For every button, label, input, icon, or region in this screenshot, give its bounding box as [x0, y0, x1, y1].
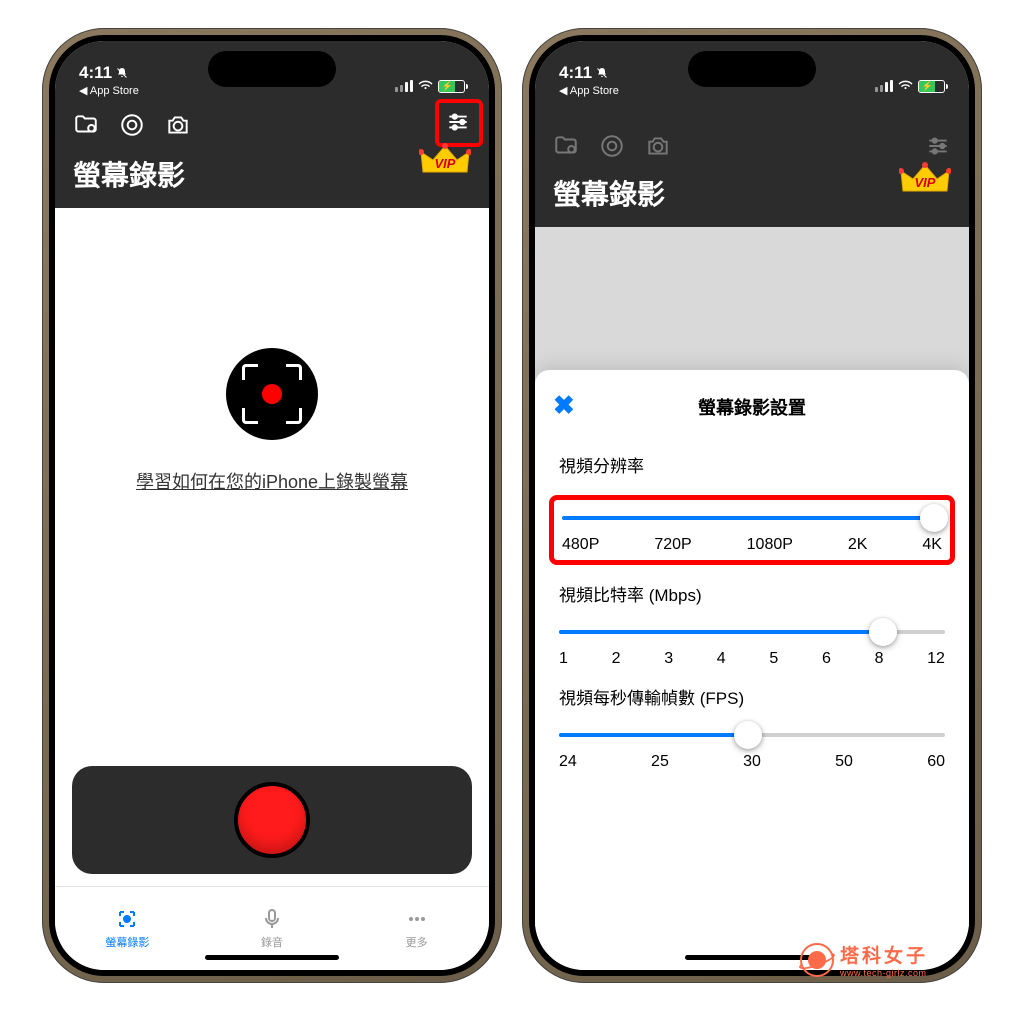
- page-header: 螢幕錄影 VIP: [55, 146, 489, 208]
- effects-icon[interactable]: [119, 112, 145, 138]
- screen-record-tab-icon: [115, 907, 139, 931]
- home-indicator[interactable]: [205, 955, 339, 960]
- cellular-icon: [875, 80, 893, 92]
- status-back-link[interactable]: ◀ App Store: [559, 84, 619, 97]
- fps-label: 視頻每秒傳輸幀數 (FPS): [559, 684, 945, 709]
- bell-slash-icon: [116, 67, 128, 79]
- setting-fps: 視頻每秒傳輸幀數 (FPS) 24 25 30 50 60: [535, 668, 969, 771]
- setting-resolution: 視頻分辨率 480P 720P 1080P 2K: [535, 436, 969, 565]
- main-content: 學習如何在您的iPhone上錄製螢幕: [55, 208, 489, 886]
- vip-badge[interactable]: VIP: [419, 140, 471, 185]
- microphone-icon: [260, 907, 284, 931]
- battery-icon: ⚡: [438, 80, 465, 93]
- fps-ticks: 24 25 30 50 60: [559, 753, 945, 771]
- setting-bitrate: 視頻比特率 (Mbps) 1 2 3 4 5 6: [535, 565, 969, 668]
- folder-icon: [553, 133, 579, 159]
- status-back-link[interactable]: ◀ App Store: [79, 84, 139, 97]
- tab-more[interactable]: 更多: [344, 887, 489, 970]
- camera-icon: [645, 133, 671, 159]
- learn-link[interactable]: 學習如何在您的iPhone上錄製螢幕: [136, 468, 408, 494]
- settings-sheet: ✖ 螢幕錄影設置 視頻分辨率 48: [535, 370, 969, 970]
- status-time: 4:11: [79, 63, 112, 83]
- tab-screen-record[interactable]: 螢幕錄影: [55, 887, 200, 970]
- sheet-title: 螢幕錄影設置: [698, 398, 806, 418]
- page-header-dimmed: 螢幕錄影 VIP: [535, 165, 969, 227]
- wifi-icon: [897, 75, 914, 97]
- callout-highlight: 480P 720P 1080P 2K 4K: [549, 495, 955, 565]
- folder-icon[interactable]: [73, 112, 99, 138]
- bitrate-label: 視頻比特率 (Mbps): [559, 581, 945, 606]
- effects-icon: [599, 133, 625, 159]
- page-title: 螢幕錄影: [73, 154, 185, 194]
- dynamic-island: [688, 51, 816, 87]
- cellular-icon: [395, 80, 413, 92]
- more-icon: [405, 907, 429, 931]
- bitrate-ticks: 1 2 3 4 5 6 8 12: [559, 650, 945, 668]
- record-button[interactable]: [234, 782, 310, 858]
- watermark: 塔科女子 www.tech-girlz.com: [800, 941, 928, 978]
- settings-sliders-icon: [925, 133, 951, 159]
- vip-badge: VIP: [899, 159, 951, 204]
- record-bar: [72, 766, 471, 874]
- record-demo-button[interactable]: [226, 348, 318, 440]
- fps-slider[interactable]: [559, 727, 945, 743]
- dynamic-island: [208, 51, 336, 87]
- battery-icon: ⚡: [918, 80, 945, 93]
- phone-right: 4:11 ◀ App Store ⚡: [522, 28, 982, 983]
- status-indicators: ⚡: [395, 75, 465, 97]
- resolution-ticks: 480P 720P 1080P 2K 4K: [562, 536, 942, 554]
- status-time: 4:11: [559, 63, 592, 83]
- planet-icon: [800, 943, 834, 977]
- camera-icon[interactable]: [165, 112, 191, 138]
- resolution-label: 視頻分辨率: [535, 452, 969, 477]
- status-indicators: ⚡: [875, 75, 945, 97]
- page-title: 螢幕錄影: [553, 173, 665, 213]
- bell-slash-icon: [596, 67, 608, 79]
- wifi-icon: [417, 75, 434, 97]
- phone-left: 4:11 ◀ App Store ⚡: [42, 28, 502, 983]
- close-button[interactable]: ✖: [553, 390, 575, 421]
- resolution-slider[interactable]: [562, 510, 942, 526]
- home-indicator[interactable]: [685, 955, 819, 960]
- bitrate-slider[interactable]: [559, 624, 945, 640]
